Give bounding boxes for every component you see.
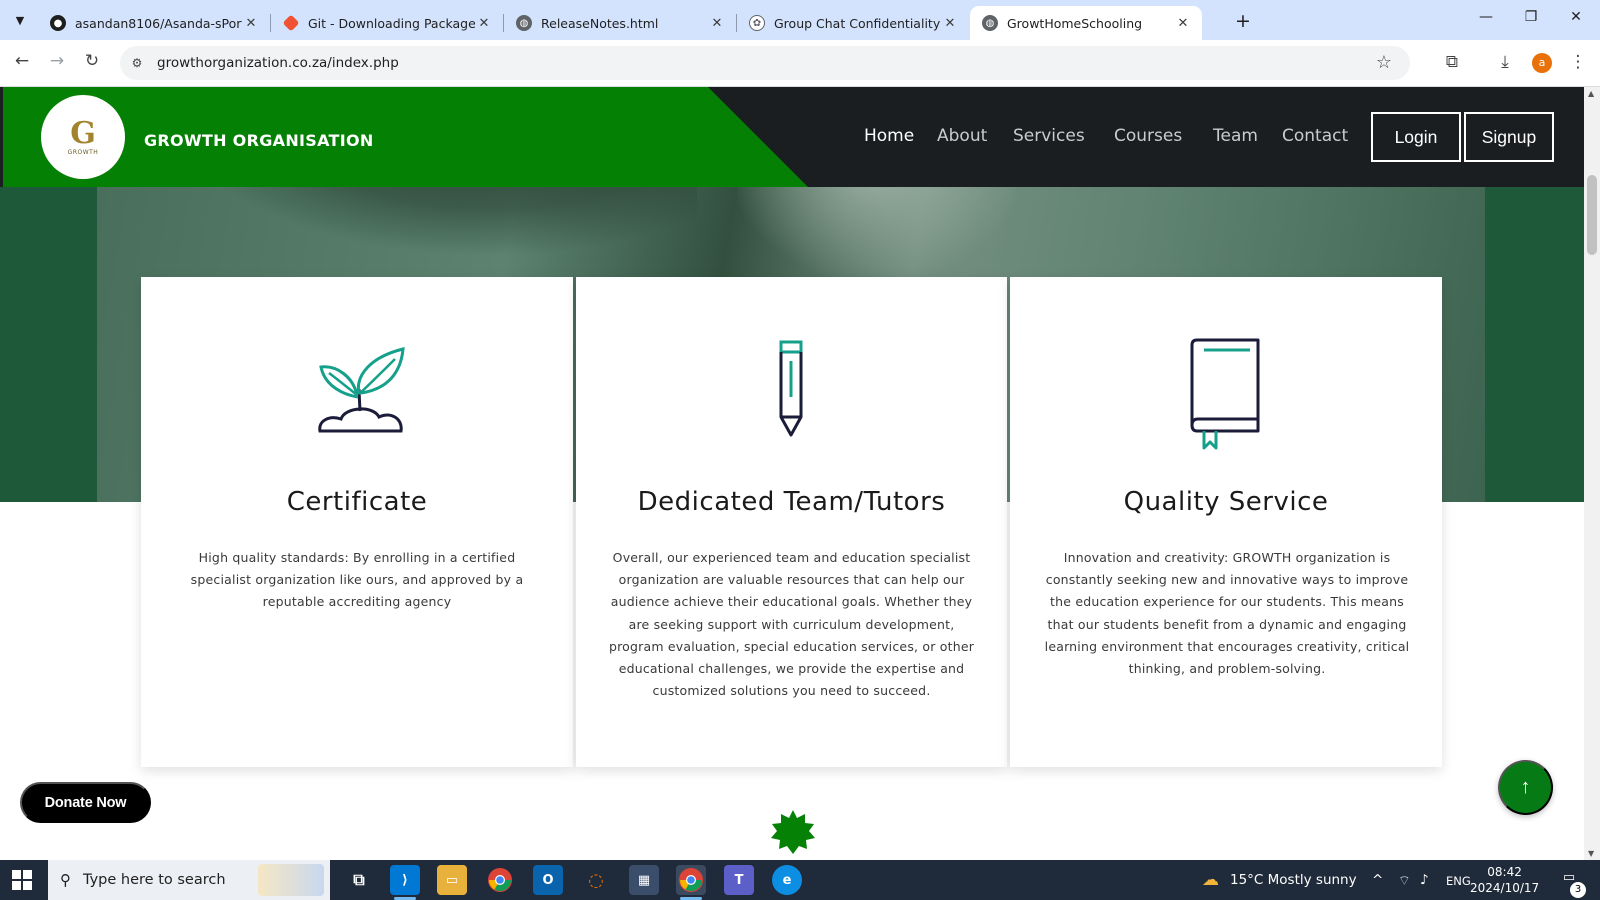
browser-toolbar: ← → ↻ ⚙ growthorganization.co.za/index.p… [0, 40, 1600, 87]
weather-text[interactable]: 15°C Mostly sunny [1230, 872, 1357, 888]
profile-avatar[interactable]: a [1532, 53, 1552, 73]
language-indicator[interactable]: ENG [1446, 874, 1471, 888]
window-close-icon[interactable]: ✕ [1566, 9, 1586, 25]
tab-search-chevron-icon[interactable]: ▼ [8, 8, 32, 32]
nav-home[interactable]: Home [864, 126, 914, 146]
close-icon[interactable]: ✕ [708, 16, 726, 31]
network-icon[interactable]: ⌔ [1398, 872, 1411, 889]
tab-release-notes[interactable]: ◍ ReleaseNotes.html ✕ [504, 6, 736, 40]
task-view-icon[interactable]: ⧉ [344, 865, 374, 895]
minimize-icon[interactable]: — [1476, 9, 1496, 25]
outlook-icon[interactable]: O [533, 865, 563, 895]
site-header: G GROWTH GROWTH ORGANISATION Home About … [0, 87, 1584, 187]
nav-courses[interactable]: Courses [1114, 126, 1182, 146]
windows-start-icon[interactable] [12, 870, 32, 890]
spinner-badge-icon [771, 810, 815, 854]
page-viewport: G GROWTH GROWTH ORGANISATION Home About … [0, 87, 1584, 860]
volume-icon[interactable]: ♪ [1420, 872, 1429, 888]
reload-icon[interactable]: ↻ [81, 51, 103, 71]
donate-now-button[interactable]: Donate Now [20, 782, 151, 823]
taskbar-clock[interactable]: 08:42 2024/10/17 [1470, 864, 1539, 896]
clock-time: 08:42 [1487, 865, 1522, 879]
signup-button[interactable]: Signup [1464, 112, 1554, 162]
nav-services[interactable]: Services [1013, 126, 1085, 146]
pencil-icon [779, 340, 803, 437]
close-icon[interactable]: ✕ [941, 16, 959, 31]
vscode-icon[interactable]: ⟩ [390, 865, 420, 900]
tab-label: asandan8106/Asanda-sPortfolio [75, 15, 242, 31]
tab-label: Group Chat Confidentiality [774, 15, 941, 31]
browser-tab-strip: ▼ ● asandan8106/Asanda-sPortfolio ✕ Git … [0, 0, 1600, 40]
nav-team[interactable]: Team [1213, 126, 1258, 146]
logo-subtext: GROWTH [67, 148, 99, 156]
clock-date: 2024/10/17 [1470, 881, 1540, 895]
tab-label: ReleaseNotes.html [541, 15, 659, 31]
nav-contact[interactable]: Contact [1282, 126, 1348, 146]
forward-arrow-icon[interactable]: → [46, 51, 68, 71]
bookmark-star-icon[interactable]: ☆ [1376, 52, 1392, 73]
search-highlight-illustration [258, 864, 324, 896]
teams-icon[interactable]: T [724, 865, 754, 895]
login-button[interactable]: Login [1371, 112, 1461, 162]
close-icon[interactable]: ✕ [475, 16, 493, 31]
scroll-down-arrow-icon[interactable]: ▼ [1588, 849, 1594, 858]
openai-icon: ✿ [749, 15, 765, 31]
plant-icon [318, 347, 405, 433]
scroll-up-arrow-icon[interactable]: ▲ [1588, 89, 1594, 98]
card-title: Dedicated Team/Tutors [637, 487, 946, 517]
chrome-icon[interactable] [485, 865, 515, 895]
browser-menu-icon[interactable]: ⋮ [1567, 52, 1589, 72]
taskbar-search-box[interactable]: ⚲ Type here to search [48, 860, 330, 900]
tray-overflow-chevron-icon[interactable]: ^ [1372, 872, 1383, 888]
chrome-active-icon[interactable] [676, 865, 706, 900]
logo-mark: G [70, 115, 96, 151]
card-description: Overall, our experienced team and educat… [608, 550, 975, 699]
book-icon [1190, 338, 1260, 450]
restore-icon[interactable]: ❐ [1521, 9, 1541, 25]
tab-group-chat[interactable]: ✿ Group Chat Confidentiality ✕ [737, 6, 969, 40]
tab-git[interactable]: Git - Downloading Package ✕ [271, 6, 503, 40]
site-logo[interactable]: G GROWTH [41, 95, 125, 179]
feature-card-quality: Quality Service Innovation and creativit… [1010, 277, 1442, 767]
download-icon[interactable]: ⤓ [1494, 52, 1516, 72]
microsoft-store-icon[interactable]: ▦ [629, 865, 659, 895]
windows-taskbar: ⚲ Type here to search ⧉ ⟩ ▭ O ◌ ▦ T e ☁ … [0, 860, 1600, 900]
globe-icon: ◍ [982, 15, 998, 31]
address-bar[interactable]: ⚙ growthorganization.co.za/index.php ☆ [120, 46, 1410, 80]
back-to-top-button[interactable]: ↑ [1498, 760, 1553, 815]
card-description: Innovation and creativity: GROWTH organi… [1044, 550, 1410, 677]
url-text[interactable]: growthorganization.co.za/index.php [157, 55, 399, 71]
feature-card-team: Dedicated Team/Tutors Overall, our exper… [576, 277, 1007, 767]
tab-label: GrowtHomeSchooling [1007, 15, 1143, 31]
tab-label: Git - Downloading Package [308, 15, 475, 31]
notification-count-badge: 3 [1570, 882, 1586, 898]
page-scrollbar[interactable]: ▲ ▼ [1584, 87, 1600, 860]
extensions-puzzle-icon[interactable]: ⧉ [1441, 52, 1463, 72]
git-icon [282, 14, 300, 32]
site-info-icon[interactable]: ⚙ [127, 53, 147, 73]
jupyter-icon[interactable]: ◌ [581, 865, 611, 895]
nav-about[interactable]: About [937, 126, 987, 146]
taskbar-search-placeholder[interactable]: Type here to search [83, 872, 226, 888]
feature-card-certificate: Certificate High quality standards: By e… [141, 277, 573, 767]
search-icon: ⚲ [60, 871, 71, 889]
card-title: Quality Service [1123, 487, 1329, 517]
tab-github[interactable]: ● asandan8106/Asanda-sPortfolio ✕ [38, 6, 270, 40]
card-description: High quality standards: By enrolling in … [190, 550, 524, 610]
tab-growthomeschooling[interactable]: ◍ GrowtHomeSchooling ✕ [970, 6, 1202, 40]
github-icon: ● [50, 15, 66, 31]
globe-icon: ◍ [516, 15, 532, 31]
card-title: Certificate [286, 487, 428, 517]
file-explorer-icon[interactable]: ▭ [437, 865, 467, 895]
back-arrow-icon[interactable]: ← [11, 51, 33, 71]
weather-icon[interactable]: ☁ [1202, 870, 1219, 890]
site-name[interactable]: GROWTH ORGANISATION [144, 131, 374, 150]
scrollbar-thumb[interactable] [1587, 175, 1597, 255]
new-tab-plus-icon[interactable]: + [1235, 10, 1251, 32]
edge-icon[interactable]: e [772, 865, 802, 895]
close-icon[interactable]: ✕ [1174, 16, 1192, 31]
close-icon[interactable]: ✕ [242, 16, 260, 31]
